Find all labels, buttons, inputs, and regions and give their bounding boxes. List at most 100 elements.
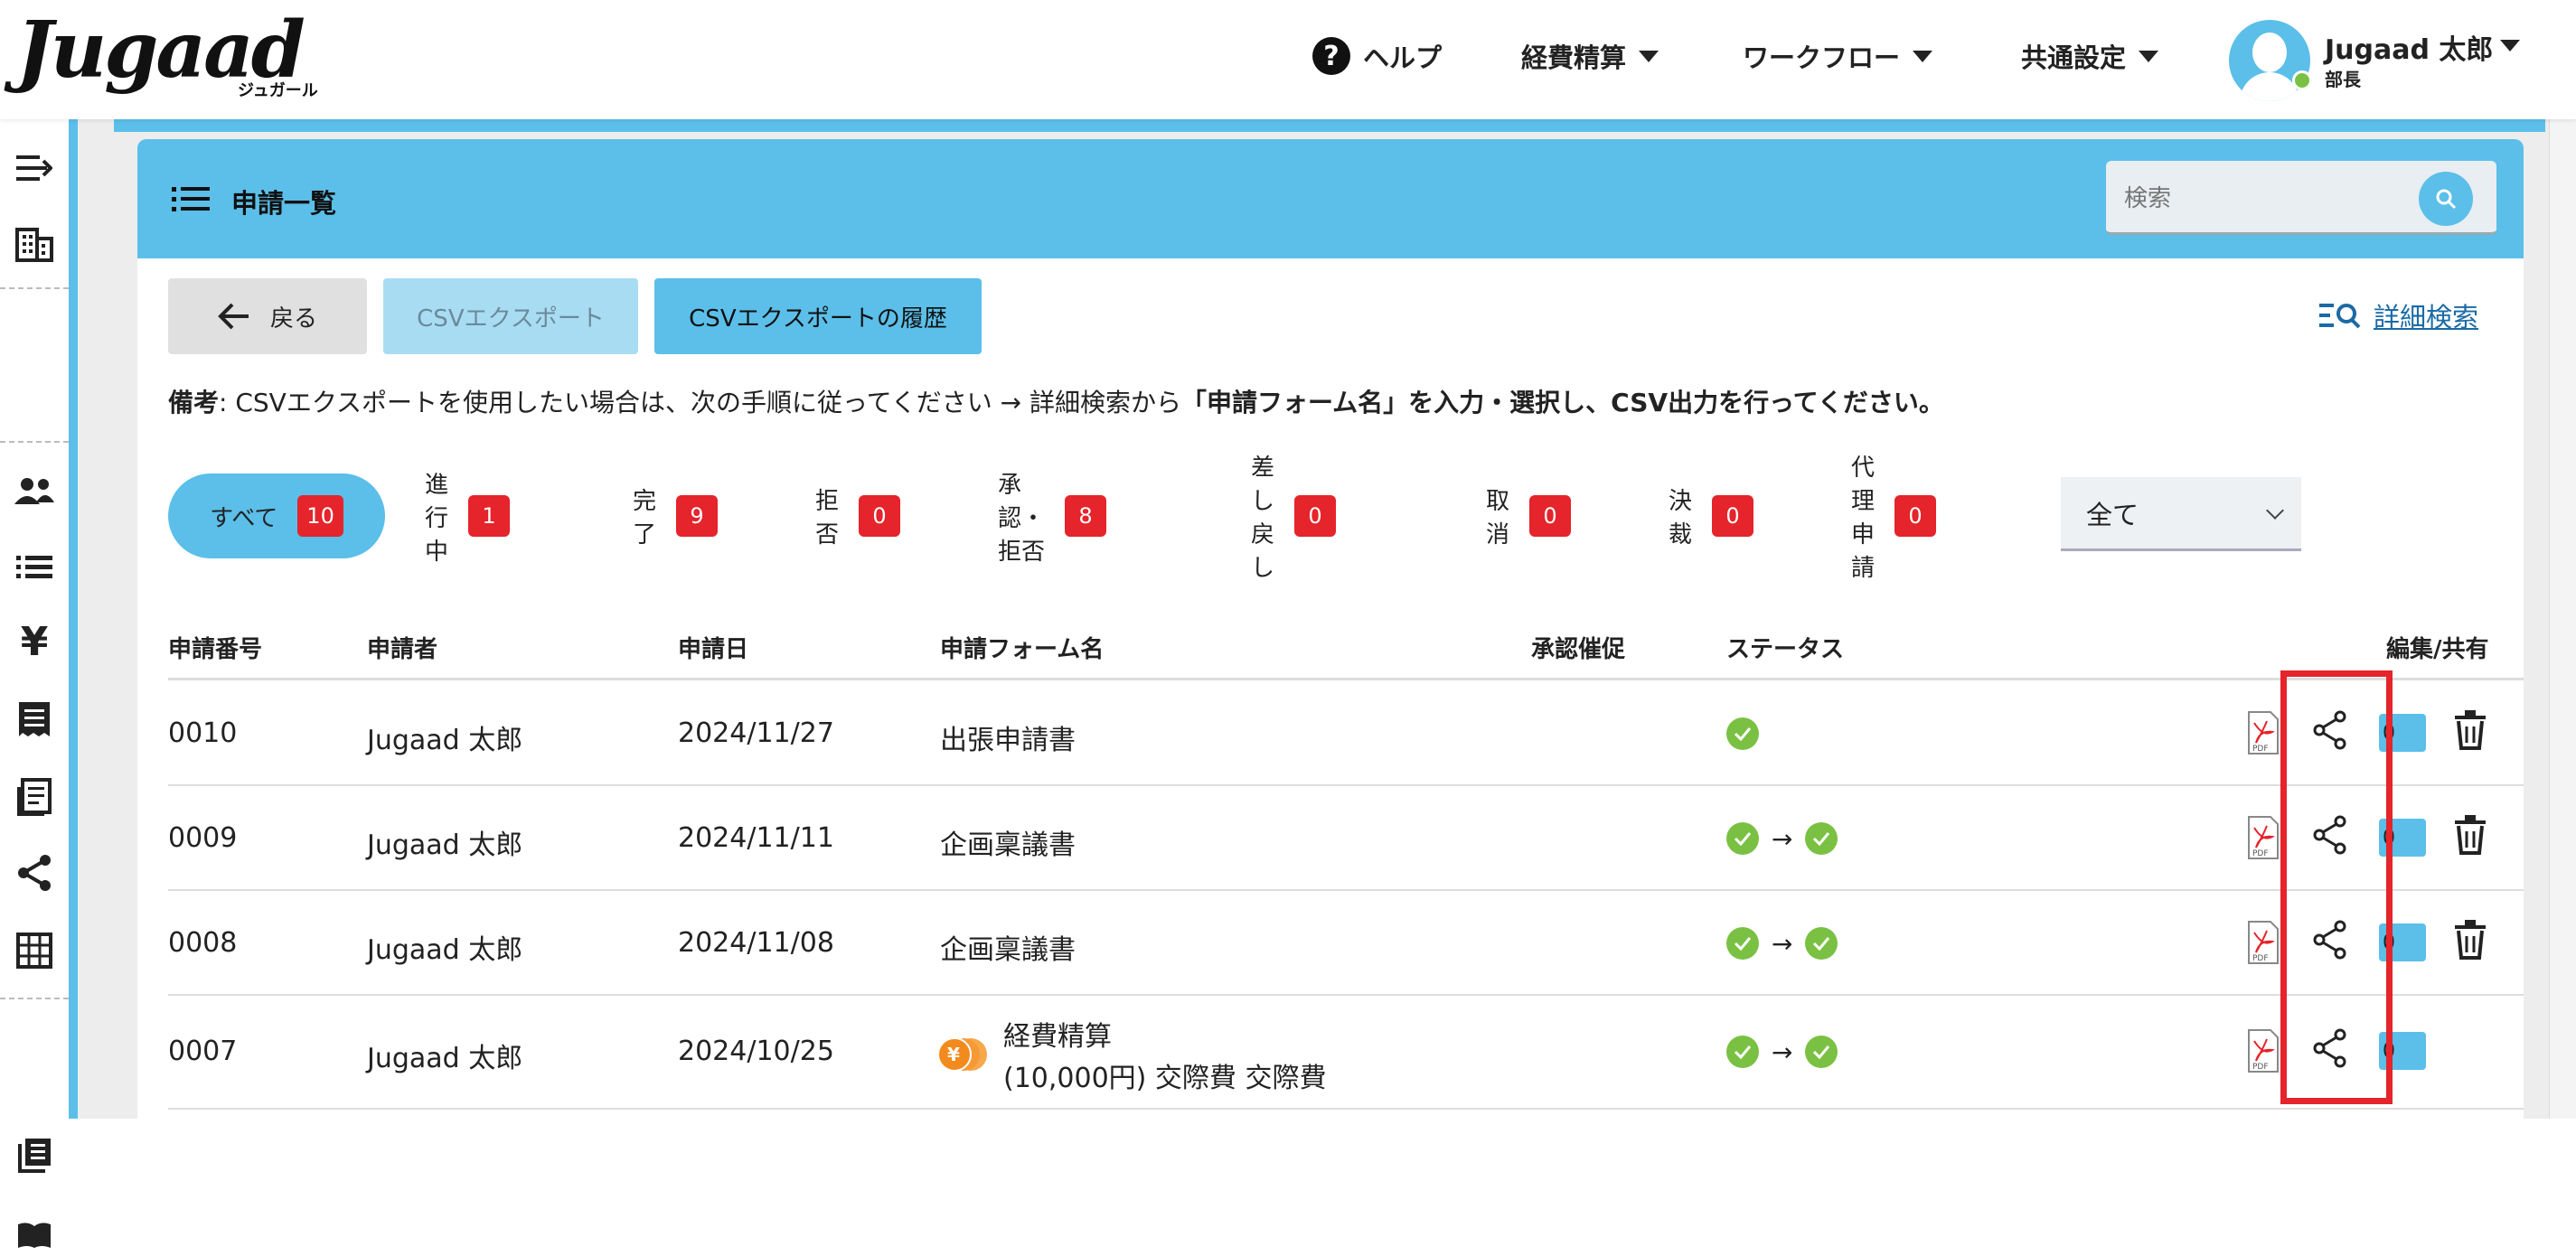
cell-form-detail: (10,000円) 交際費 交際費 bbox=[1003, 1063, 1327, 1094]
select-value: 全て bbox=[2086, 499, 2139, 530]
filter-in-progress[interactable]: 進行中 1 bbox=[425, 472, 511, 566]
cell-form[interactable]: 企画稟議書 bbox=[940, 822, 1076, 862]
count-badge: 10 bbox=[297, 495, 343, 537]
list-icon bbox=[172, 187, 210, 211]
collapse-menu-icon[interactable] bbox=[13, 146, 56, 190]
filter-approve-reject[interactable]: 承認・拒否 8 bbox=[998, 472, 1106, 566]
table-row[interactable]: 0010 Jugaad 太郎 2024/11/27 出張申請書 PDF 0 bbox=[168, 680, 2524, 786]
status-flow: → bbox=[1726, 1036, 1838, 1068]
search-button[interactable] bbox=[2419, 172, 2473, 226]
filter-returned[interactable]: 差し戻し 0 bbox=[1251, 455, 1337, 582]
svg-text:¥: ¥ bbox=[947, 1044, 960, 1065]
category-select[interactable]: 全て bbox=[2061, 477, 2301, 551]
count-badge: 0 bbox=[1712, 495, 1754, 537]
filter-proxy[interactable]: 代理申請 0 bbox=[1851, 455, 1937, 582]
col-header-form[interactable]: 申請フォーム名 bbox=[940, 631, 1104, 664]
col-header-applicant[interactable]: 申請者 bbox=[367, 631, 437, 664]
cell-number: 0009 bbox=[168, 822, 238, 854]
cell-form[interactable]: 経費精算 bbox=[1003, 1014, 1112, 1054]
yen-coins-icon: ¥ bbox=[936, 1036, 987, 1072]
nav-settings[interactable]: 共通設定 bbox=[2021, 34, 2159, 78]
nav-help-label: ヘルプ bbox=[1363, 42, 1443, 73]
chevron-down-icon bbox=[2139, 50, 2159, 62]
check-circle-icon bbox=[1726, 717, 1759, 750]
chevron-down-icon bbox=[1913, 50, 1933, 62]
filter-label: 取消 bbox=[1486, 488, 1510, 548]
csv-export-button[interactable]: CSVエクスポート bbox=[383, 278, 638, 354]
cell-applicant: Jugaad 太郎 bbox=[367, 1043, 523, 1074]
nav-expense[interactable]: 経費精算 bbox=[1521, 34, 1659, 78]
search-input[interactable] bbox=[2124, 183, 2413, 215]
pdf-icon[interactable]: PDF bbox=[2247, 710, 2280, 755]
nav-settings-label: 共通設定 bbox=[2021, 42, 2127, 73]
arrow-right-icon: → bbox=[1772, 928, 1793, 959]
logo-subtext: ジュガール bbox=[238, 81, 318, 100]
users-icon[interactable] bbox=[13, 470, 56, 513]
cell-number: 0008 bbox=[168, 927, 238, 959]
cell-date: 2024/11/27 bbox=[678, 717, 834, 749]
filter-decided[interactable]: 決裁 0 bbox=[1669, 473, 1754, 558]
pdf-icon[interactable]: PDF bbox=[2247, 920, 2280, 965]
col-header-date[interactable]: 申請日 bbox=[678, 631, 748, 664]
back-button-label: 戻る bbox=[269, 305, 317, 333]
col-header-number[interactable]: 申請番号 bbox=[168, 631, 262, 664]
filter-completed[interactable]: 完了 9 bbox=[633, 473, 719, 558]
table-row[interactable]: 0007 Jugaad 太郎 2024/10/25 ¥ 経費精算 (10,000… bbox=[168, 996, 2524, 1110]
count-badge: 0 bbox=[1529, 495, 1572, 537]
pdf-icon[interactable]: PDF bbox=[2247, 1028, 2280, 1073]
library-icon[interactable] bbox=[13, 1133, 56, 1176]
svg-text:PDF: PDF bbox=[2252, 1063, 2269, 1072]
page-scrollbar[interactable] bbox=[2549, 119, 2576, 1119]
filter-label: 差し戻し bbox=[1251, 455, 1275, 582]
nav-expense-label: 経費精算 bbox=[1521, 42, 1627, 73]
cell-date: 2024/11/11 bbox=[678, 822, 834, 854]
check-circle-icon bbox=[1805, 822, 1838, 855]
cell-date: 2024/10/25 bbox=[678, 1036, 834, 1067]
chevron-down-icon bbox=[1639, 50, 1659, 62]
chevron-down-icon bbox=[2266, 501, 2284, 520]
csv-note: 備考: CSVエクスポートを使用したい場合は、次の手順に従ってください → 詳細… bbox=[168, 383, 1944, 419]
user-menu-chevron-icon[interactable] bbox=[2500, 40, 2520, 52]
building-icon[interactable] bbox=[13, 222, 56, 266]
sidebar: ¥ bbox=[0, 119, 69, 1248]
cell-form[interactable]: 出張申請書 bbox=[940, 717, 1076, 757]
pdf-icon[interactable]: PDF bbox=[2247, 815, 2280, 860]
avatar-head-shape bbox=[2252, 33, 2287, 72]
yen-icon[interactable]: ¥ bbox=[13, 619, 56, 665]
filter-label: 進行中 bbox=[425, 471, 449, 566]
filter-rejected[interactable]: 拒否 0 bbox=[815, 473, 901, 558]
cell-form[interactable]: 企画稟議書 bbox=[940, 927, 1076, 967]
trash-icon[interactable] bbox=[2455, 710, 2486, 750]
svg-text:PDF: PDF bbox=[2252, 745, 2269, 754]
trash-icon[interactable] bbox=[2455, 920, 2486, 960]
filter-label: 代理申請 bbox=[1851, 455, 1876, 582]
status-flow bbox=[1726, 717, 1759, 750]
col-header-status[interactable]: ステータス bbox=[1726, 631, 1844, 664]
user-name[interactable]: Jugaad 太郎 bbox=[2325, 27, 2493, 67]
share-column-highlight bbox=[2280, 670, 2393, 1104]
filter-cancelled[interactable]: 取消 0 bbox=[1486, 473, 1572, 558]
back-button[interactable]: 戻る bbox=[168, 278, 367, 354]
document-icon[interactable] bbox=[13, 775, 56, 819]
arrow-right-icon: → bbox=[1772, 1036, 1793, 1067]
csv-export-history-button[interactable]: CSVエクスポートの履歴 bbox=[654, 278, 982, 354]
online-status-dot bbox=[2292, 70, 2312, 90]
grid-table-icon[interactable] bbox=[13, 929, 56, 972]
trash-icon[interactable] bbox=[2455, 815, 2486, 855]
nav-workflow[interactable]: ワークフロー bbox=[1743, 34, 1933, 78]
card-header: 申請一覧 bbox=[137, 139, 2524, 258]
table-row[interactable]: 0009 Jugaad 太郎 2024/11/11 企画稟議書 → PDF 0 bbox=[168, 786, 2524, 891]
list-icon[interactable] bbox=[13, 546, 56, 589]
receipt-icon[interactable] bbox=[13, 698, 56, 741]
nav-help[interactable]: ? ヘルプ bbox=[1312, 34, 1442, 78]
share-icon[interactable] bbox=[13, 851, 56, 895]
col-header-reminder[interactable]: 承認催促 bbox=[1531, 631, 1625, 664]
status-flow: → bbox=[1726, 927, 1838, 960]
logo[interactable]: Jugaad ジュガール bbox=[16, 7, 324, 101]
cell-date: 2024/11/08 bbox=[678, 927, 834, 959]
cell-number: 0010 bbox=[168, 717, 238, 749]
table-row[interactable]: 0008 Jugaad 太郎 2024/11/08 企画稟議書 → PDF 0 bbox=[168, 891, 2524, 996]
filter-all[interactable]: すべて 10 bbox=[168, 473, 385, 558]
book-icon[interactable] bbox=[13, 1213, 56, 1256]
advanced-search-link[interactable]: 詳細検索 bbox=[2319, 296, 2478, 334]
